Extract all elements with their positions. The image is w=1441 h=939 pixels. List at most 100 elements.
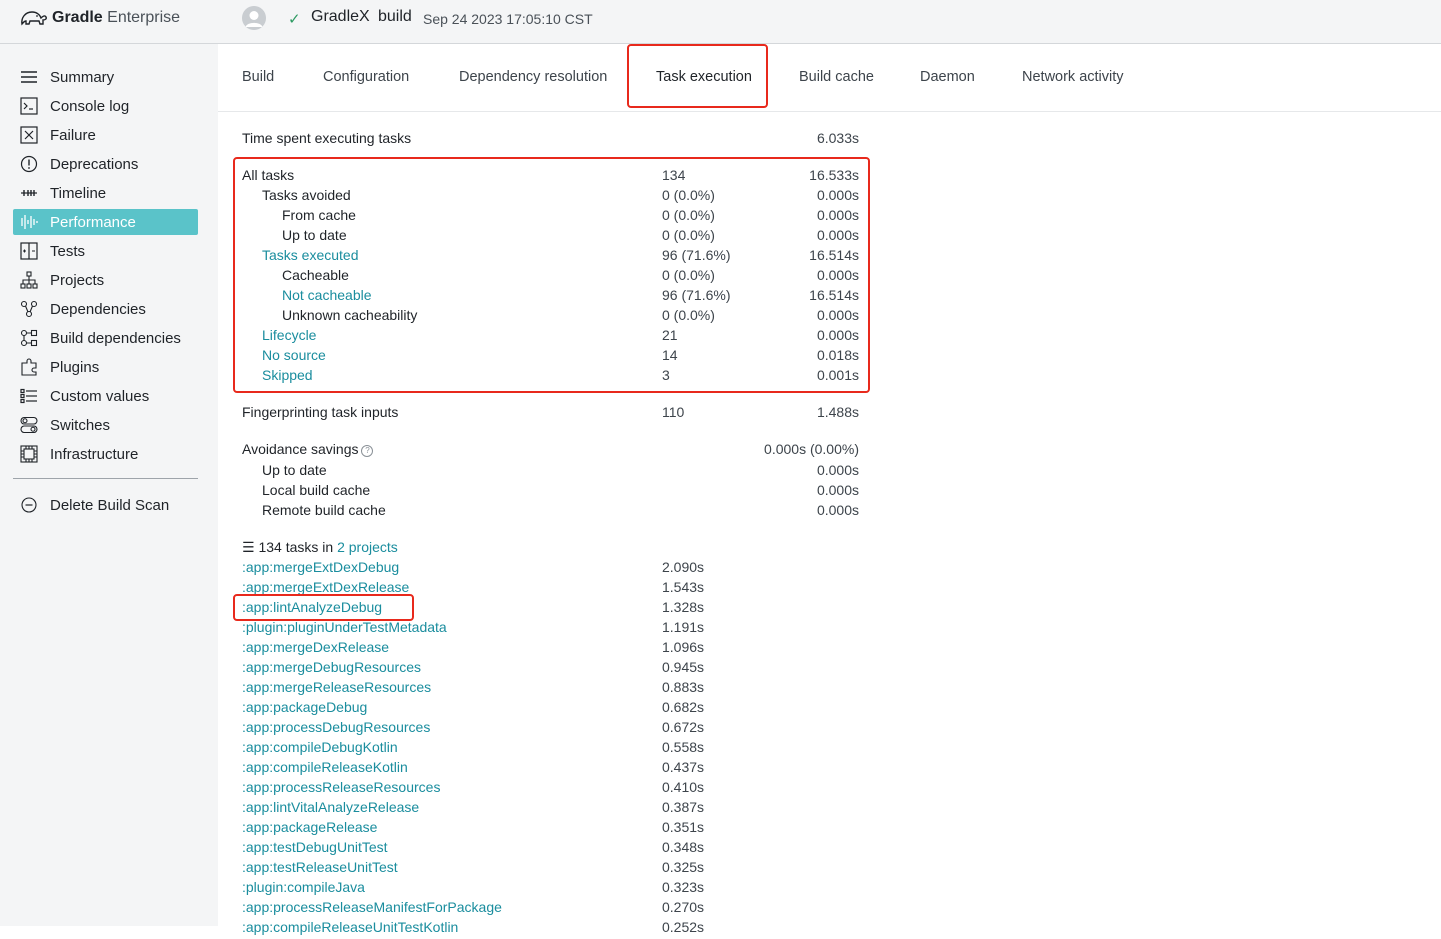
dependencies-icon [19,300,39,318]
task-name-link[interactable]: :app:packageDebug [242,699,367,715]
sidebar-item-tests[interactable]: Tests [13,238,198,264]
task-duration: 0.351s [662,819,705,835]
delete-build-scan-label: Delete Build Scan [50,496,170,514]
logo-light-text: Enterprise [107,9,181,26]
alert-circle-icon [19,155,39,173]
task-duration: 1.328s [662,599,705,615]
avoidance-row-time: 0.000s [816,482,859,498]
task-duration: 1.191s [662,619,705,635]
sidebar-item-deprecations[interactable]: Deprecations [13,151,198,177]
projects-link[interactable]: 2 projects [337,539,398,555]
task-name-link[interactable]: :app:lintVitalAnalyzeRelease [242,799,419,815]
hierarchy-icon [19,271,39,289]
time-spent-value: 6.033s [816,130,859,146]
sidebar-item-label: Timeline [50,184,107,202]
task-name-link[interactable]: :plugin:compileJava [242,879,365,895]
logo-bold-text: Gradle [52,9,103,26]
tab-build[interactable]: Build [242,69,274,85]
avoidance-row-time: 0.000s [816,502,859,518]
task-duration: 0.672s [662,719,705,735]
sidebar-item-build-dependencies[interactable]: Build dependencies [13,325,198,351]
top-header: Gradle Enterprise ✓ GradleX build Sep 24… [0,0,1441,44]
delete-build-scan-button[interactable]: Delete Build Scan [13,492,198,518]
build-dependencies-icon [19,329,39,347]
task-name-link[interactable]: :app:processReleaseManifestForPackage [242,899,502,915]
elephant-icon [21,11,47,26]
sidebar-item-timeline[interactable]: Timeline [13,180,198,206]
task-duration: 1.096s [662,639,705,655]
task-name-link[interactable]: :app:processReleaseResources [242,779,440,795]
sidebar-item-label: Console log [50,97,130,115]
all-tasks-highlight [233,157,870,393]
task-duration: 0.410s [662,779,705,795]
task-duration: 0.387s [662,799,705,815]
task-duration: 1.543s [662,579,705,595]
task-duration: 0.270s [662,899,705,915]
task-name-link[interactable]: :app:compileReleaseKotlin [242,759,408,775]
sidebar-item-custom-values[interactable]: Custom values [13,383,198,409]
sidebar-item-failure[interactable]: Failure [13,122,198,148]
task-duration: 0.348s [662,839,705,855]
tab-build-cache[interactable]: Build cache [799,69,874,85]
task-name-link[interactable]: :app:mergeDexRelease [242,639,389,655]
sidebar-item-plugins[interactable]: Plugins [13,354,198,380]
sort-icon[interactable]: ☰ [242,539,255,555]
tab-dependency-resolution[interactable]: Dependency resolution [459,69,607,85]
gradle-enterprise-logo[interactable]: Gradle Enterprise [18,6,180,30]
avoidance-row-label: Up to date [262,462,327,478]
success-check-icon: ✓ [288,11,301,28]
sidebar-item-summary[interactable]: Summary [13,64,198,90]
task-duration: 0.945s [662,659,705,675]
task-name-link[interactable]: :app:mergeExtDexDebug [242,559,399,575]
tab-configuration[interactable]: Configuration [323,69,409,85]
task-duration: 0.558s [662,739,705,755]
avoidance-row: Remote build cache 0.000s [242,502,859,522]
terminal-icon [19,97,39,115]
fingerprinting-time: 1.488s [816,404,859,420]
tasks-in: in [322,539,334,555]
fingerprinting-row: Fingerprinting task inputs 110 1.488s [242,404,859,424]
task-name-link[interactable]: :plugin:pluginUnderTestMetadata [242,619,447,635]
sidebar-item-label: Deprecations [50,155,139,173]
waveform-icon [19,213,39,231]
avoidance-savings-label: Avoidance savings [242,441,359,457]
user-icon [242,6,266,30]
sidebar: Summary Console log Failure Deprecations… [0,44,218,926]
task-name-link[interactable]: :app:mergeDebugResources [242,659,421,675]
avoidance-savings-row: Avoidance savings? 0.000s (0.00%) [242,441,859,461]
tab-network-activity[interactable]: Network activity [1022,69,1124,85]
tab-daemon[interactable]: Daemon [920,69,975,85]
tab-bar: Build Configuration Dependency resolutio… [218,44,1441,112]
sidebar-item-projects[interactable]: Projects [13,267,198,293]
task-name-link[interactable]: :app:mergeExtDexRelease [242,579,409,595]
sidebar-item-switches[interactable]: Switches [13,412,198,438]
sidebar-item-label: Summary [50,68,115,86]
task-duration: 0.325s [662,859,705,875]
task-name-link[interactable]: :app:testDebugUnitTest [242,839,388,855]
sidebar-divider [13,478,198,479]
sidebar-item-performance[interactable]: Performance [13,209,198,235]
sidebar-item-infrastructure[interactable]: Infrastructure [13,441,198,467]
sidebar-item-console-log[interactable]: Console log [13,93,198,119]
task-name-link[interactable]: :app:processDebugResources [242,719,430,735]
task-duration: 0.252s [662,919,705,935]
user-avatar[interactable] [242,6,266,30]
task-name-link[interactable]: :app:compileReleaseUnitTestKotlin [242,919,458,935]
avoidance-row-label: Remote build cache [262,502,386,518]
task-name-link[interactable]: :app:compileDebugKotlin [242,739,398,755]
tasks-count: 134 tasks [258,539,319,555]
help-icon[interactable]: ? [361,445,374,457]
sidebar-item-label: Switches [50,416,111,434]
time-spent-label: Time spent executing tasks [242,130,412,146]
avoidance-row-time: 0.000s [816,462,859,478]
task-name-link[interactable]: :app:packageRelease [242,819,377,835]
sidebar-item-label: Build dependencies [50,329,181,347]
sidebar-item-dependencies[interactable]: Dependencies [13,296,198,322]
task-name-link[interactable]: :app:testReleaseUnitTest [242,859,398,875]
sidebar-item-label: Performance [50,213,136,231]
x-box-icon [19,126,39,144]
active-tab-highlight [627,44,768,108]
tasks-list-header: ☰ 134 tasks in 2 projects [242,539,398,556]
task-name-link[interactable]: :app:mergeReleaseResources [242,679,431,695]
project-name[interactable]: GradleX [311,8,370,26]
